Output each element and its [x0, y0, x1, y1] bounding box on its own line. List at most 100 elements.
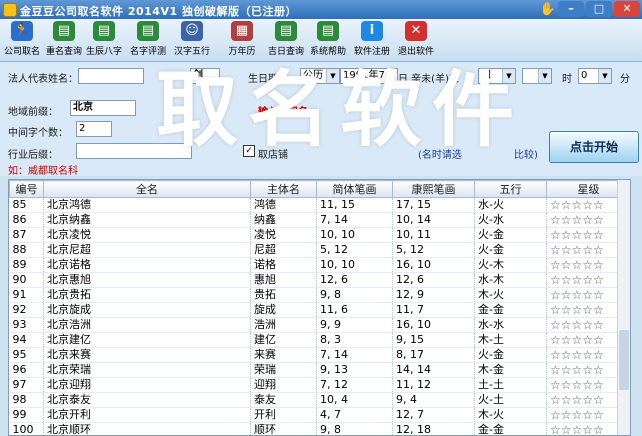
table-cell: 97: [10, 378, 44, 393]
legal-name-input[interactable]: [78, 68, 144, 84]
calendar-select-value: 公历: [303, 70, 323, 81]
table-cell: 北京尼超: [44, 243, 251, 258]
window-title: 金豆豆公司取名软件 2014V1 独创破解版（已注册）: [20, 3, 297, 19]
shop-checkbox[interactable]: ✓: [243, 145, 255, 157]
ganzhi-select[interactable]: 四▼: [478, 68, 516, 84]
table-cell: 96: [10, 363, 44, 378]
toolbar-button-2[interactable]: ▤生辰八字: [84, 21, 124, 59]
table-cell: 木-火: [475, 408, 547, 423]
table-row[interactable]: 96北京荣瑞荣瑞9, 1314, 14木-金☆☆☆☆☆: [10, 363, 631, 378]
table-row[interactable]: 86北京纳鑫纳鑫7, 1410, 14火-水☆☆☆☆☆: [10, 213, 631, 228]
table-cell: 水-火: [475, 198, 547, 213]
table-cell: 贵拓: [251, 288, 317, 303]
table-cell: 土-土: [475, 378, 547, 393]
industry-input[interactable]: [76, 143, 192, 159]
table-cell: 95: [10, 348, 44, 363]
table-cell: 旋成: [251, 303, 317, 318]
table-cell: 12, 9: [393, 288, 475, 303]
table-cell: 金-金: [475, 303, 547, 318]
table-cell: 87: [10, 228, 44, 243]
table-row[interactable]: 99北京开利开利4, 712, 7木-火☆☆☆☆☆: [10, 408, 631, 423]
minute-label: 分: [620, 70, 630, 85]
table-row[interactable]: 89北京诺格诺格10, 1016, 10火-木☆☆☆☆☆: [10, 258, 631, 273]
column-header[interactable]: 简体笔画: [317, 181, 393, 198]
table-cell: 11, 7: [393, 303, 475, 318]
table-cell: 90: [10, 273, 44, 288]
start-button[interactable]: 点击开始: [549, 131, 639, 163]
table-cell: 北京旋成: [44, 303, 251, 318]
table-cell: 诺格: [251, 258, 317, 273]
toolbar: 🏃公司取名▤重名查询▤生辰八字▤名字评测☺汉字五行▦万年历▤吉日查询▤系统帮助i…: [0, 19, 642, 62]
table-cell: 8, 3: [317, 333, 393, 348]
column-header[interactable]: 全名: [44, 181, 251, 198]
table-cell: 开利: [251, 408, 317, 423]
toolbar-label: 生辰八字: [80, 44, 128, 57]
table-cell: 北京贵拓: [44, 288, 251, 303]
table-cell: 火-金: [475, 348, 547, 363]
table-cell: 尼超: [251, 243, 317, 258]
toolbar-label: 系统帮助: [304, 44, 352, 57]
toolbar-button-8[interactable]: i软件注册: [352, 21, 392, 59]
table-cell: 91: [10, 288, 44, 303]
table-cell: 4, 7: [317, 408, 393, 423]
legal-label: 法人代表姓名：: [8, 70, 78, 85]
table-cell: 9, 4: [393, 393, 475, 408]
table-row[interactable]: 98北京泰友泰友10, 49, 4火-土☆☆☆☆☆: [10, 393, 631, 408]
table-cell: 99: [10, 408, 44, 423]
maximize-button[interactable]: □: [586, 1, 612, 17]
extra-select[interactable]: ▼: [522, 68, 552, 84]
table-cell: 9, 9: [317, 318, 393, 333]
region-input[interactable]: 北京: [70, 100, 136, 116]
title-bar: 金豆豆公司取名软件 2014V1 独创破解版（已注册） ✋ – □ ✕: [0, 0, 642, 19]
table-row[interactable]: 95北京来赛来赛7, 148, 17火-金☆☆☆☆☆: [10, 348, 631, 363]
minimize-button[interactable]: –: [558, 1, 584, 17]
toolbar-button-6[interactable]: ▤吉日查询: [266, 21, 306, 59]
toolbar-button-9[interactable]: ✕退出软件: [396, 21, 436, 59]
table-cell: 北京鸿德: [44, 198, 251, 213]
hand-icon: ✋: [540, 2, 556, 17]
hour-select[interactable]: 0▼: [578, 68, 612, 84]
table-cell: 11, 12: [393, 378, 475, 393]
legal-char-input[interactable]: 剑: [190, 68, 220, 84]
table-cell: 北京惠旭: [44, 273, 251, 288]
table-row[interactable]: 94北京建亿建亿8, 39, 15木-土☆☆☆☆☆: [10, 333, 631, 348]
chevron-down-icon: ▼: [598, 69, 611, 83]
birth-date-input[interactable]: 1991年7: [340, 68, 398, 84]
table-cell: 16, 10: [393, 318, 475, 333]
table-row[interactable]: 97北京迎翔迎翔7, 1211, 12土-土☆☆☆☆☆: [10, 378, 631, 393]
close-button[interactable]: ✕: [614, 1, 640, 17]
calendar-select[interactable]: 公历▼: [300, 68, 340, 84]
table-cell: 建亿: [251, 333, 317, 348]
info-icon: i: [361, 21, 383, 41]
scrollbar-thumb[interactable]: [619, 330, 629, 390]
column-header[interactable]: 五行: [475, 181, 547, 198]
vertical-scrollbar[interactable]: [617, 180, 630, 435]
column-header[interactable]: 编号: [10, 181, 44, 198]
toolbar-button-3[interactable]: ▤名字评测: [128, 21, 168, 59]
table-cell: 16, 10: [393, 258, 475, 273]
table-cell: 鸿德: [251, 198, 317, 213]
toolbar-button-5[interactable]: ▦万年历: [222, 21, 262, 59]
table-row[interactable]: 87北京凌悦凌悦10, 1010, 11火-金☆☆☆☆☆: [10, 228, 631, 243]
toolbar-button-4[interactable]: ☺汉字五行: [172, 21, 212, 59]
result-table: 编号全名主体名简体笔画康熙笔画五行星级 85北京鸿德鸿德11, 1517, 15…: [8, 179, 631, 436]
toolbar-button-0[interactable]: 🏃公司取名: [2, 21, 42, 59]
table-row[interactable]: 91北京贵拓贵拓9, 812, 9木-火☆☆☆☆☆: [10, 288, 631, 303]
column-header[interactable]: 主体名: [251, 181, 317, 198]
table-row[interactable]: 93北京浩洲浩洲9, 916, 10水-水☆☆☆☆☆: [10, 318, 631, 333]
calendar-icon: ▦: [231, 21, 253, 41]
region-label: 地域前缀：: [8, 103, 58, 118]
middle-count-input[interactable]: 2: [76, 121, 112, 137]
toolbar-button-1[interactable]: ▤重名查询: [44, 21, 84, 59]
column-header[interactable]: 康熙笔画: [393, 181, 475, 198]
table-cell: 5, 12: [393, 243, 475, 258]
table-row[interactable]: 88北京尼超尼超5, 125, 12火-金☆☆☆☆☆: [10, 243, 631, 258]
table-row[interactable]: 90北京惠旭惠旭12, 612, 6水-木☆☆☆☆☆: [10, 273, 631, 288]
blue-hint: (名时请选: [418, 146, 462, 161]
toolbar-button-7[interactable]: ▤系统帮助: [308, 21, 348, 59]
table-cell: 9, 8: [317, 288, 393, 303]
hour-select-value: 0: [581, 70, 587, 81]
table-row[interactable]: 85北京鸿德鸿德11, 1517, 15水-火☆☆☆☆☆: [10, 198, 631, 213]
table-cell: 木-金: [475, 363, 547, 378]
table-row[interactable]: 92北京旋成旋成11, 611, 7金-金☆☆☆☆☆: [10, 303, 631, 318]
